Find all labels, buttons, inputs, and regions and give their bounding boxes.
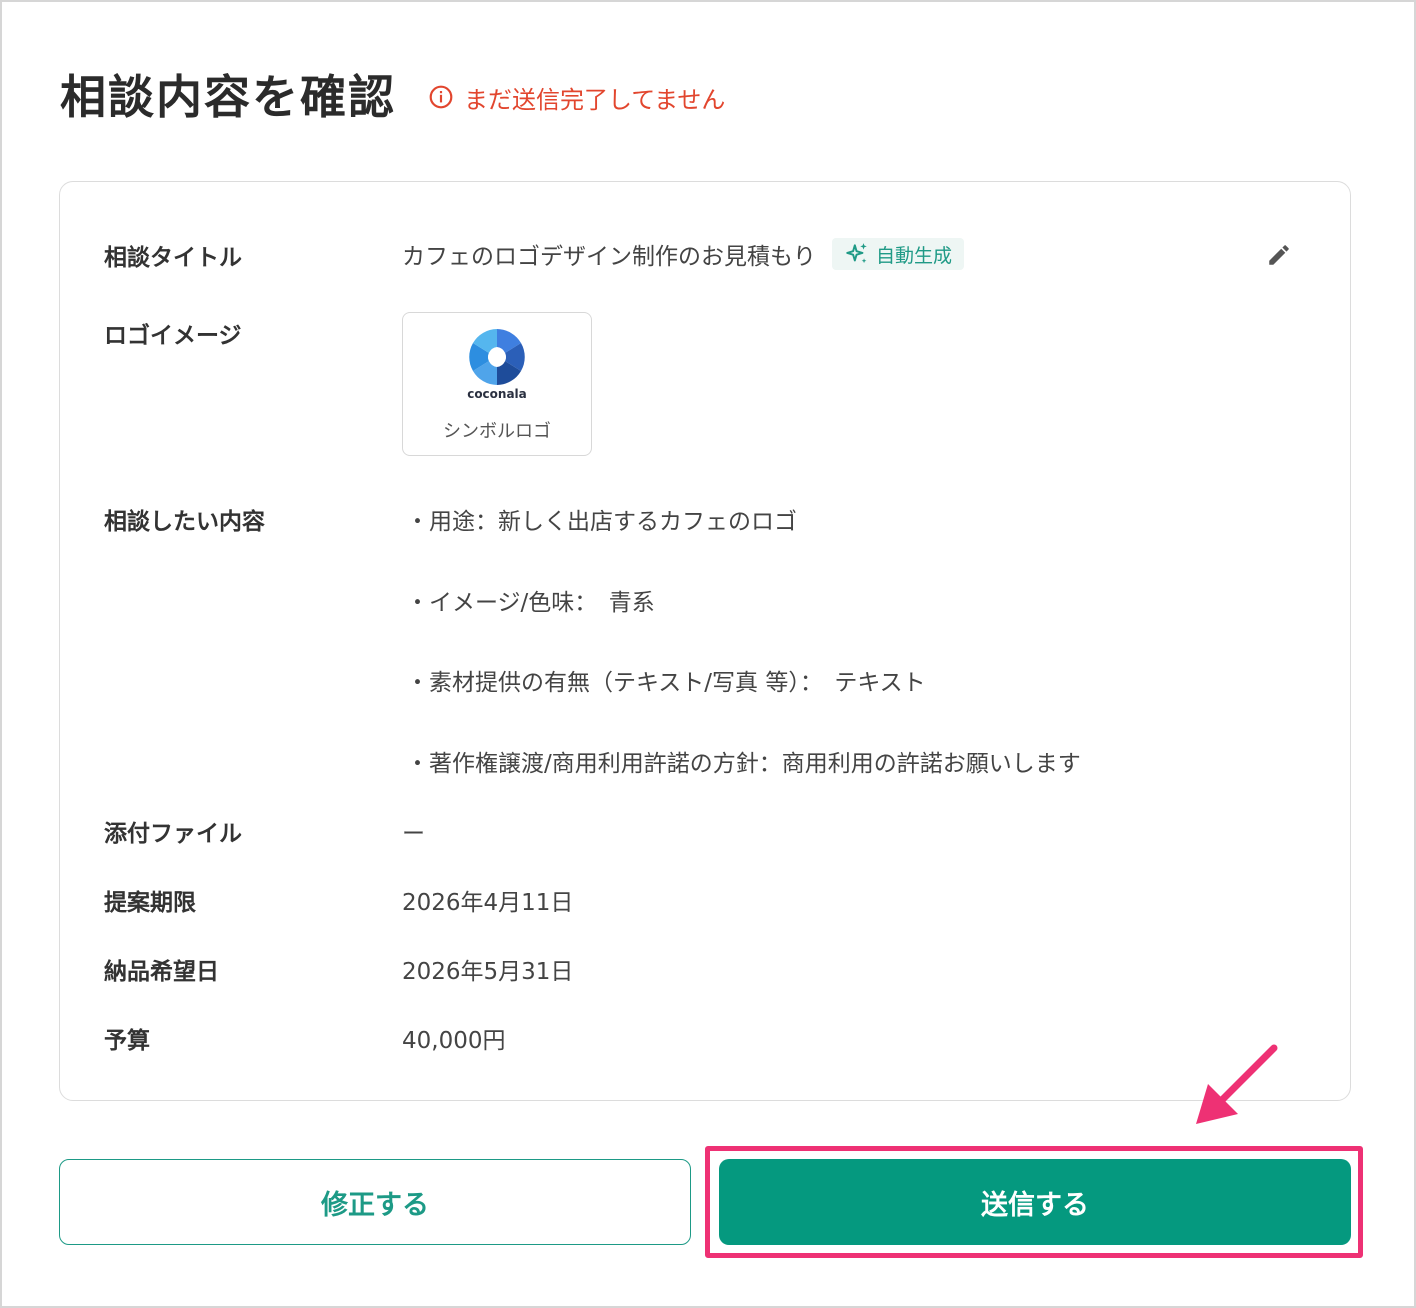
title-row: カフェのロゴデザイン制作のお見積もり 自動生成 bbox=[402, 237, 965, 271]
pointer-arrow-icon bbox=[1196, 1044, 1278, 1124]
attachment-value: ー bbox=[402, 821, 425, 847]
auto-generated-badge: 自動生成 bbox=[832, 238, 965, 270]
budget-label: 予算 bbox=[104, 1028, 150, 1054]
auto-badge-label: 自動生成 bbox=[876, 244, 953, 267]
unsent-warning: まだ送信完了してません bbox=[428, 80, 725, 115]
content-line: ・用途：新しく出店するカフェのロゴ bbox=[406, 509, 797, 535]
edit-button[interactable]: 修正する bbox=[59, 1159, 691, 1245]
title-label: 相談タイトル bbox=[104, 245, 242, 271]
info-circle-icon bbox=[429, 85, 453, 109]
delivery-value: 2026年5月31日 bbox=[402, 959, 574, 985]
logo-wordmark: coconala bbox=[467, 387, 527, 401]
coconala-logo-icon bbox=[469, 329, 525, 385]
warning-text: まだ送信完了してません bbox=[464, 85, 726, 114]
page-title: 相談内容を確認 bbox=[60, 70, 396, 124]
delivery-label: 納品希望日 bbox=[104, 959, 219, 985]
content-label: 相談したい内容 bbox=[104, 509, 265, 535]
deadline-value: 2026年4月11日 bbox=[402, 890, 574, 916]
logo-label: ロゴイメージ bbox=[104, 323, 242, 349]
logo-caption: シンボルロゴ bbox=[443, 421, 551, 442]
content-line: ・著作権譲渡/商用利用許諾の方針：商用利用の許諾お願いします bbox=[406, 751, 1081, 777]
deadline-label: 提案期限 bbox=[104, 890, 196, 916]
logo-image-card[interactable]: coconala シンボルロゴ bbox=[402, 312, 592, 456]
header: 相談内容を確認 まだ送信完了してません bbox=[60, 62, 725, 126]
pencil-icon[interactable] bbox=[1266, 242, 1292, 268]
send-button-highlight bbox=[705, 1146, 1363, 1258]
consultation-summary-card: 相談タイトル カフェのロゴデザイン制作のお見積もり 自動生成 ロゴイメージ co… bbox=[59, 181, 1351, 1101]
content-line: ・素材提供の有無（テキスト/写真 等）： テキスト bbox=[406, 670, 926, 696]
budget-value: 40,000円 bbox=[402, 1028, 506, 1054]
sparkle-icon bbox=[846, 243, 867, 264]
attachment-label: 添付ファイル bbox=[104, 821, 242, 847]
title-value: カフェのロゴデザイン制作のお見積もり bbox=[402, 244, 816, 270]
content-line: ・イメージ/色味： 青系 bbox=[406, 590, 655, 616]
